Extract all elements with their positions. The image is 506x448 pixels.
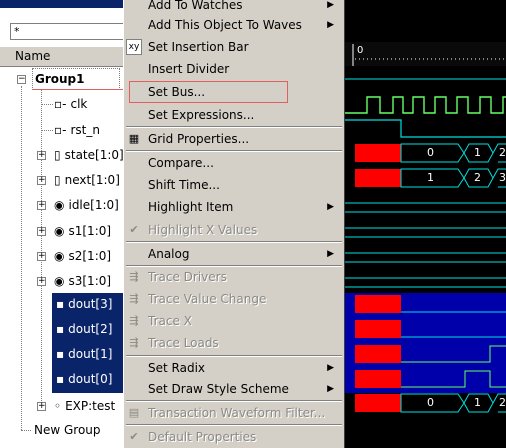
menu-item-set-insertion-bar[interactable]: xy Set Insertion Bar — [124, 36, 344, 58]
bus-icon: ◉ — [54, 274, 65, 288]
filter-icon: ▤ — [128, 406, 140, 419]
signal-icon: ▪ — [56, 297, 65, 311]
tree-row-idle[interactable]: ◉ idle[1:0] — [54, 194, 119, 216]
menu-item-shift-time[interactable]: Shift Time... — [124, 174, 344, 196]
submenu-arrow-icon: ▶ — [327, 202, 334, 212]
waveform-panel[interactable]: 0 0 1 2 1 2 3 0 1 2 — [345, 0, 506, 448]
checkmark-icon: ✔ — [129, 430, 139, 443]
menu-item-analog[interactable]: Analog ▶ — [124, 243, 344, 265]
menu-item-set-radix[interactable]: Set Radix ▶ — [124, 357, 344, 379]
menu-item-trace-value-change[interactable]: ⇶ Trace Value Change — [124, 288, 344, 310]
menu-item-transaction-waveform-filter[interactable]: ▤ Transaction Waveform Filter... — [124, 402, 344, 424]
grid-icon: ▦ — [128, 132, 140, 145]
state-value-2: 2 — [499, 146, 506, 159]
next-value-0: 1 — [427, 171, 434, 184]
tree-row-s3[interactable]: ◉ s3[1:0] — [54, 270, 111, 292]
submenu-arrow-icon: ▶ — [327, 384, 334, 394]
exp-value-2: 2 — [499, 396, 506, 409]
tree-row-group1[interactable]: Group1 — [32, 68, 120, 90]
trace-value-change-icon: ⇶ — [129, 292, 139, 305]
tree-row-s1[interactable]: ◉ s1[1:0] — [54, 220, 111, 242]
tree-row-new-group[interactable]: New Group — [34, 419, 101, 441]
tree-row-dout1[interactable]: ▪ dout[1] — [56, 343, 112, 365]
menu-item-compare[interactable]: Compare... — [124, 152, 344, 174]
bus-icon: ▯ — [54, 173, 61, 187]
filter-input[interactable]: * — [10, 23, 123, 40]
tree-row-state[interactable]: ▯ state[1:0] — [54, 144, 124, 166]
menu-item-set-bus[interactable]: Set Bus... — [124, 81, 344, 103]
state-value-1: 1 — [474, 146, 481, 159]
expand-toggle[interactable]: + — [37, 151, 46, 160]
signal-icon: ▪ — [56, 372, 65, 386]
expand-toggle[interactable]: + — [37, 176, 46, 185]
expand-toggle[interactable]: + — [37, 201, 46, 210]
menu-item-default-properties[interactable]: ✔ Default Properties — [124, 426, 344, 448]
trace-loads-icon: ⇶ — [129, 336, 139, 349]
title-strip — [0, 0, 123, 8]
tree-row-dout0[interactable]: ▪ dout[0] — [56, 368, 112, 390]
trace-x-icon: ⇶ — [129, 314, 139, 327]
menu-item-highlight-x-values[interactable]: ✔ Highlight X Values — [124, 219, 344, 241]
expand-toggle[interactable]: + — [37, 402, 46, 411]
exp-value-0: 0 — [427, 396, 434, 409]
tree-row-clk[interactable]: ▫- clk — [54, 93, 87, 115]
context-menu: Add To Watches ▶ Add This Object To Wave… — [123, 0, 345, 448]
signal-icon: ▪ — [56, 322, 65, 336]
name-column-header[interactable]: Name — [0, 46, 123, 67]
state-value-0: 0 — [427, 146, 434, 159]
menu-item-insert-divider[interactable]: Insert Divider — [124, 58, 344, 80]
exp-value-1: 1 — [474, 396, 481, 409]
bus-icon: ▯ — [54, 148, 61, 162]
menu-item-add-object-to-waves[interactable]: Add This Object To Waves ▶ — [124, 14, 344, 36]
submenu-arrow-icon: ▶ — [327, 249, 334, 259]
bus-icon: ◉ — [54, 224, 65, 238]
menu-item-trace-loads[interactable]: ⇶ Trace Loads — [124, 332, 344, 354]
signal-tree-panel: * Name − Group1 ▫- clk ▫- rst_n + ▯ state[1… — [0, 0, 124, 448]
menu-item-set-draw-style-scheme[interactable]: Set Draw Style Scheme ▶ — [124, 378, 344, 400]
menu-item-trace-x[interactable]: ⇶ Trace X — [124, 310, 344, 332]
expand-toggle[interactable]: + — [37, 277, 46, 286]
insertion-bar-icon: xy — [126, 39, 142, 55]
menu-item-set-expressions[interactable]: Set Expressions... — [124, 104, 344, 126]
tree-row-dout2[interactable]: ▪ dout[2] — [56, 318, 112, 340]
tree-row-dout3[interactable]: ▪ dout[3] — [56, 293, 112, 315]
tree-row-s2[interactable]: ◉ s2[1:0] — [54, 245, 111, 267]
trace-drivers-icon: ⇶ — [129, 270, 139, 283]
signal-icon: ▫- — [54, 97, 67, 111]
expression-icon: ◦ — [54, 399, 62, 413]
collapse-toggle[interactable]: − — [17, 75, 26, 84]
tree-row-exp-test[interactable]: ◦ EXP:test — [54, 395, 115, 417]
menu-item-highlight-item[interactable]: Highlight Item ▶ — [124, 196, 344, 218]
tree-row-rst-n[interactable]: ▫- rst_n — [54, 119, 100, 141]
expand-toggle[interactable]: + — [37, 252, 46, 261]
next-value-2: 3 — [499, 171, 506, 184]
bus-icon: ◉ — [54, 249, 65, 263]
bus-icon: ◉ — [54, 198, 65, 212]
checkmark-icon: ✔ — [129, 223, 139, 236]
waveform-canvas — [345, 44, 506, 413]
expand-toggle[interactable]: + — [37, 227, 46, 236]
next-value-1: 2 — [474, 171, 481, 184]
signal-icon: ▫- — [54, 123, 67, 137]
submenu-arrow-icon: ▶ — [327, 20, 334, 30]
signal-icon: ▪ — [56, 347, 65, 361]
tree-row-next[interactable]: ▯ next[1:0] — [54, 169, 120, 191]
menu-item-grid-properties[interactable]: ▦ Grid Properties... — [124, 128, 344, 150]
submenu-arrow-icon: ▶ — [327, 363, 334, 373]
menu-item-trace-drivers[interactable]: ⇶ Trace Drivers — [124, 266, 344, 288]
